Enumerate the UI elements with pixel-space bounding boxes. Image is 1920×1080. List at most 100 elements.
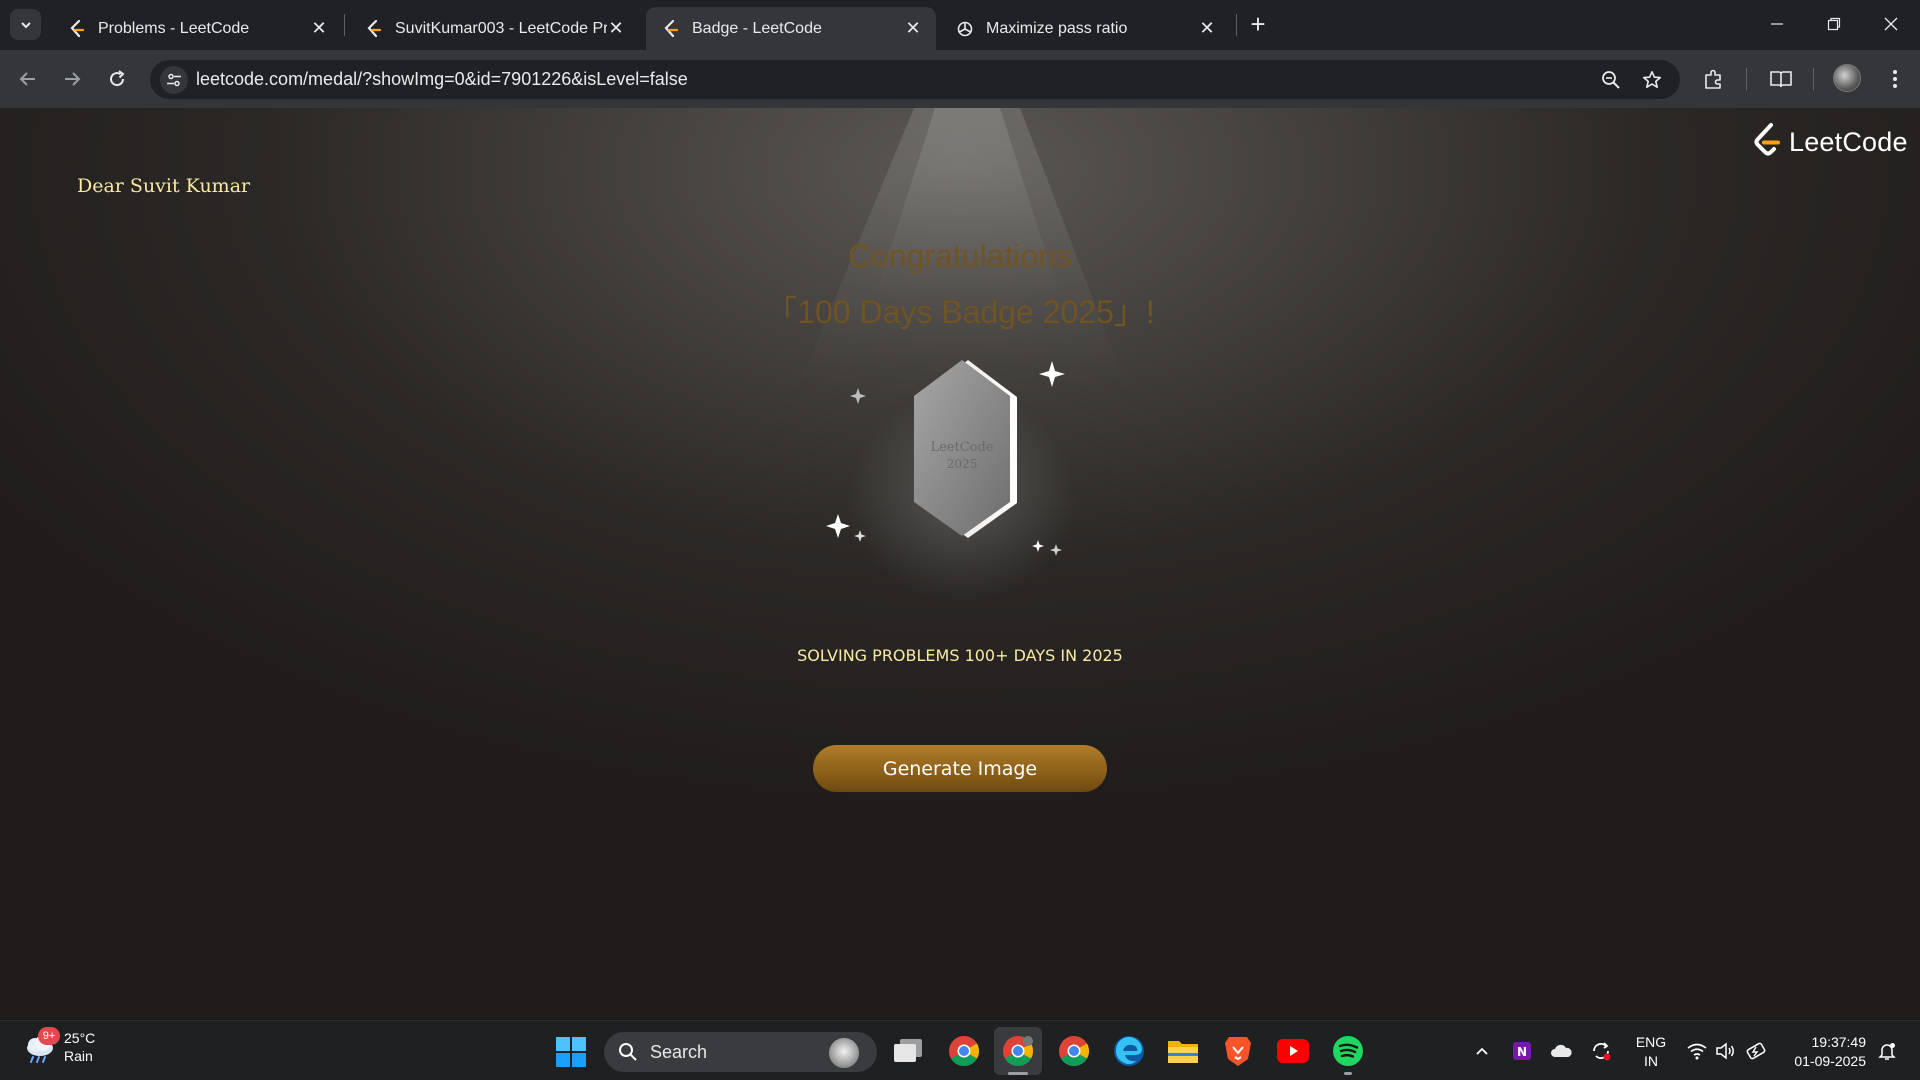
chrome-icon (949, 1036, 980, 1067)
extensions-button[interactable] (1699, 64, 1729, 94)
bookmark-button[interactable] (1640, 68, 1664, 92)
leetcode-logo[interactable]: LeetCode (1753, 123, 1908, 161)
tab-title: Badge - LeetCode (692, 19, 822, 37)
windows-taskbar: 9+ 25°C Rain Search N ENG IN 19:37:49 01… (0, 1020, 1920, 1080)
edge-app[interactable] (1112, 1034, 1146, 1068)
sparkle-icon (1039, 361, 1065, 387)
file-explorer-app[interactable] (1166, 1034, 1200, 1068)
search-label: Search (650, 1041, 708, 1062)
running-indicator (1344, 1072, 1352, 1075)
reload-icon (110, 70, 125, 87)
tab-search-button[interactable] (10, 9, 41, 40)
language-indicator[interactable]: ENG IN (1634, 1033, 1668, 1071)
chrome-icon (1059, 1036, 1090, 1067)
greeting-text: Dear Suvit Kumar (77, 175, 251, 197)
tab-badge[interactable]: Badge - LeetCode ✕ (646, 7, 936, 50)
leetcode-logo-icon (1754, 123, 1780, 156)
language-line1: ENG (1635, 1034, 1667, 1050)
tab-maximize-pass-ratio[interactable]: Maximize pass ratio ✕ (940, 7, 1230, 50)
weather-widget[interactable]: 9+ 25°C Rain (22, 1027, 96, 1065)
zoom-out-icon (1602, 71, 1620, 89)
tab-profile[interactable]: SuvitKumar003 - LeetCode Prof ✕ (349, 7, 639, 50)
generate-image-button[interactable]: Generate Image (813, 745, 1107, 792)
badge-engraving-line2: 2025 (947, 457, 978, 471)
brave-app[interactable] (1221, 1034, 1255, 1068)
folder-icon (1168, 1041, 1198, 1063)
puzzle-icon (1705, 69, 1721, 89)
task-view-button[interactable] (891, 1034, 925, 1068)
brave-icon (1225, 1037, 1251, 1066)
chrome-app-2[interactable] (1057, 1034, 1091, 1068)
tab-problems[interactable]: Problems - LeetCode ✕ (52, 7, 342, 50)
site-info-button[interactable] (160, 66, 188, 94)
search-icon (619, 1043, 637, 1061)
badge-page: LeetCode Dear Suvit Kumar Congratulation… (0, 108, 1920, 1020)
browser-toolbar: leetcode.com/medal/?showImg=0&id=7901226… (0, 50, 1920, 108)
profile-avatar[interactable] (1833, 64, 1861, 92)
onedrive-tray-icon[interactable] (1549, 1039, 1573, 1063)
badge-medal: LeetCode 2025 (826, 360, 1077, 603)
spotify-icon (1333, 1036, 1363, 1066)
restore-icon (1827, 17, 1841, 31)
youtube-icon (1277, 1039, 1309, 1063)
language-line2: IN (1644, 1053, 1658, 1069)
notifications-button[interactable] (1875, 1039, 1899, 1063)
close-icon[interactable]: ✕ (904, 18, 922, 38)
close-icon[interactable]: ✕ (1198, 18, 1216, 38)
chrome-profile-icon (1003, 1036, 1034, 1067)
chevron-down-icon (20, 21, 31, 28)
active-indicator (1008, 1072, 1028, 1075)
tab-title: Problems - LeetCode (98, 19, 250, 37)
url-text: leetcode.com/medal/?showImg=0&id=7901226… (196, 69, 688, 89)
close-icon (1884, 17, 1898, 31)
youtube-app[interactable] (1276, 1034, 1310, 1068)
task-view-icon (894, 1039, 922, 1062)
minimize-button[interactable] (1757, 8, 1797, 40)
rain-cloud-icon: 9+ (22, 1027, 60, 1065)
close-window-button[interactable] (1871, 8, 1911, 40)
chrome-app-active[interactable] (994, 1027, 1042, 1075)
weather-temp: 25°C (64, 1030, 96, 1046)
sparkle-icon (850, 388, 866, 404)
arrow-right-icon (65, 72, 81, 86)
back-button[interactable] (13, 64, 43, 94)
onenote-icon: N (1513, 1042, 1531, 1060)
taskbar-search[interactable]: Search (604, 1032, 877, 1072)
leetcode-favicon-icon (68, 19, 86, 38)
menu-button[interactable] (1880, 64, 1910, 94)
wifi-tray-icon[interactable] (1685, 1039, 1709, 1063)
show-hidden-icons-button[interactable] (1470, 1039, 1494, 1063)
more-vertical-icon (1893, 70, 1897, 88)
new-tab-button[interactable]: + (1245, 11, 1271, 38)
reading-mode-button[interactable] (1766, 64, 1796, 94)
zoom-button[interactable] (1599, 68, 1623, 92)
weather-condition: Rain (64, 1048, 93, 1064)
close-icon[interactable]: ✕ (607, 18, 625, 38)
battery-charging-icon (1746, 1042, 1766, 1060)
reload-button[interactable] (102, 64, 132, 94)
close-icon[interactable]: ✕ (310, 18, 328, 38)
spotify-app[interactable] (1331, 1034, 1365, 1068)
onenote-tray-icon[interactable]: N (1510, 1039, 1534, 1063)
system-clock[interactable]: 19:37:49 01-09-2025 (1782, 1033, 1866, 1071)
sync-tray-icon[interactable] (1589, 1039, 1613, 1063)
restore-button[interactable] (1814, 8, 1854, 40)
bell-icon (1878, 1043, 1896, 1060)
congratulations-heading: Congratulations (847, 238, 1073, 274)
search-highlight-icon (829, 1038, 859, 1068)
chrome-app[interactable] (947, 1034, 981, 1068)
speaker-icon (1716, 1042, 1734, 1060)
badge-description: SOLVING PROBLEMS 100+ DAYS IN 2025 (797, 646, 1123, 665)
battery-tray-icon[interactable] (1745, 1039, 1769, 1063)
svg-text:N: N (1517, 1045, 1527, 1059)
clock-time: 19:37:49 (1811, 1034, 1867, 1050)
badge-title: 「100 Days Badge 2025」! (765, 294, 1155, 330)
forward-button[interactable] (57, 64, 87, 94)
windows-start-icon[interactable] (556, 1037, 586, 1067)
chevron-up-icon (1476, 1047, 1488, 1055)
tab-divider (1236, 14, 1237, 36)
openai-favicon-icon (956, 20, 974, 38)
leetcode-favicon-icon (662, 19, 680, 38)
volume-tray-icon[interactable] (1714, 1039, 1738, 1063)
address-bar[interactable]: leetcode.com/medal/?showImg=0&id=7901226… (150, 60, 1680, 99)
